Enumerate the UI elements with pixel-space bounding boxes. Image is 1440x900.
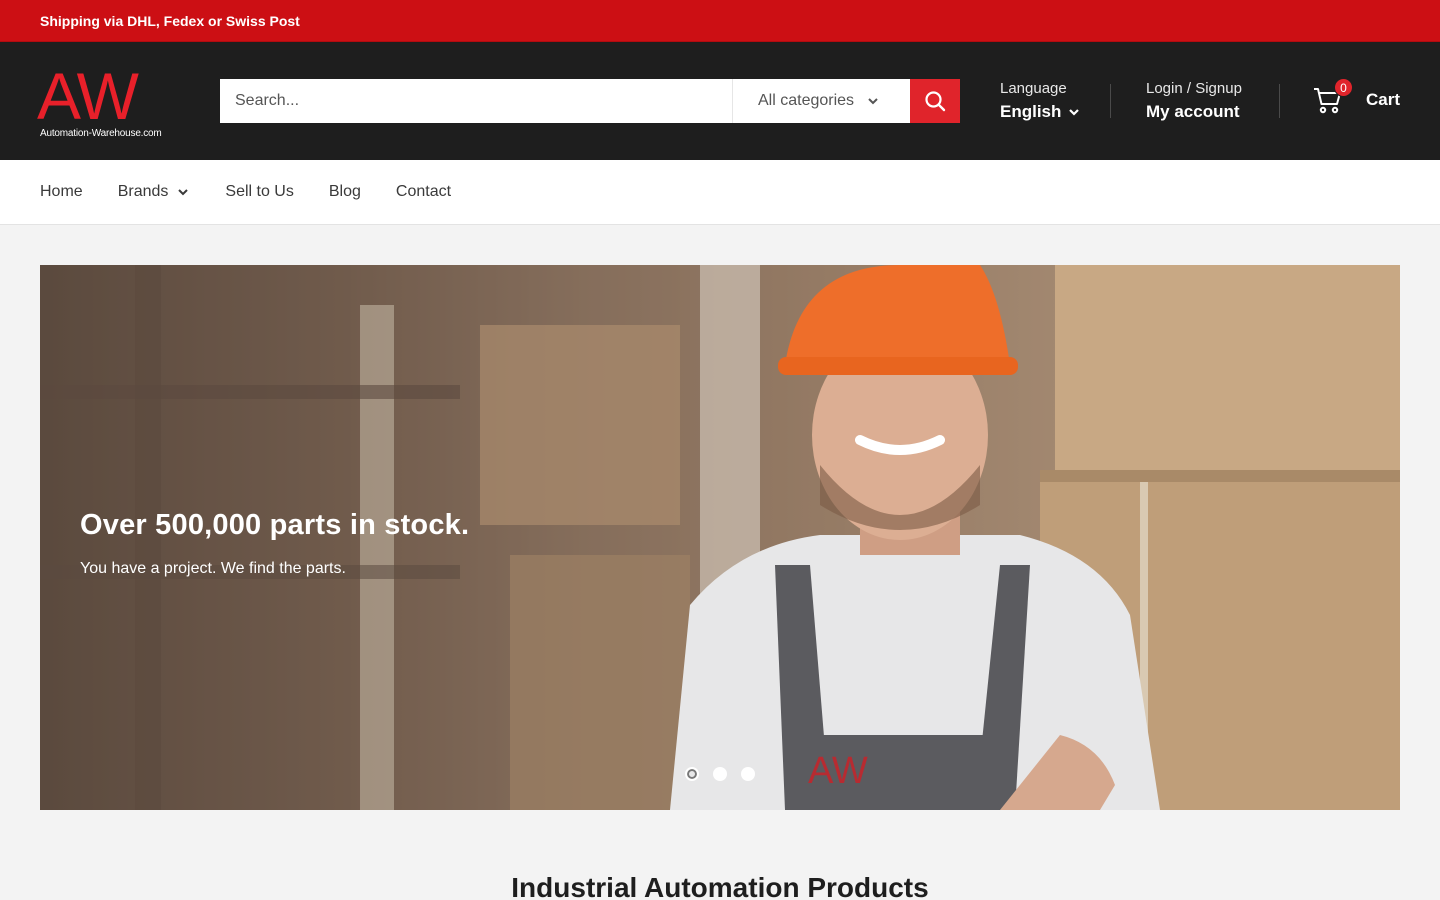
cart-count-badge: 0 (1334, 78, 1353, 97)
nav-contact[interactable]: Contact (396, 183, 451, 201)
chevron-down-icon (868, 98, 878, 105)
slider-dot-2[interactable] (713, 767, 727, 781)
logo-letters: AW (37, 59, 139, 133)
chevron-down-icon (178, 189, 189, 196)
language-label: Language (1000, 80, 1067, 97)
nav-brands[interactable]: Brands (118, 183, 191, 201)
search-input[interactable] (220, 79, 732, 123)
header-divider (1110, 84, 1111, 118)
hero-subtitle: You have a project. We find the parts. (80, 560, 346, 577)
login-signup-link[interactable]: Login / Signup (1146, 79, 1242, 99)
hero-title: Over 500,000 parts in stock. (80, 509, 470, 541)
language-value[interactable]: English (1000, 99, 1081, 125)
nav-sell-label: Sell to Us (225, 183, 294, 200)
slider-dot-3[interactable] (741, 767, 755, 781)
site-logo[interactable]: AW Automation-Warehouse.com (37, 59, 185, 144)
header-divider (1279, 84, 1280, 118)
category-select-label: All categories (758, 92, 855, 109)
announcement-text: Shipping via DHL, Fedex or Swiss Post (40, 12, 300, 29)
cart-button[interactable]: 0 Cart (1312, 78, 1401, 116)
language-value-text: English (1000, 102, 1062, 121)
nav-home[interactable]: Home (40, 183, 83, 201)
overall-logo: AW (808, 750, 868, 792)
category-select[interactable]: All categories (732, 79, 910, 123)
cart-icon-wrap: 0 (1312, 78, 1353, 116)
nav-blog-label: Blog (328, 183, 361, 200)
slider-pagination (685, 767, 755, 781)
search-bar: All categories (220, 79, 960, 123)
nav-contact-label: Contact (395, 183, 452, 200)
nav-blog[interactable]: Blog (329, 183, 361, 201)
search-button[interactable] (910, 79, 960, 123)
search-icon (925, 91, 946, 112)
nav-brands-label: Brands (117, 183, 169, 200)
my-account-link[interactable]: My account (1146, 99, 1242, 125)
slider-dot-1[interactable] (685, 767, 699, 781)
main-navigation: Home Brands Sell to Us Blog Contact (0, 160, 1440, 225)
site-header: AW Automation-Warehouse.com All categori… (0, 42, 1440, 160)
cart-label: Cart (1366, 90, 1401, 109)
account-menu[interactable]: Login / Signup My account (1146, 79, 1242, 125)
hero-slider[interactable]: AW Over 500,000 parts in stock. You have… (40, 265, 1400, 810)
nav-home-label: Home (40, 183, 83, 200)
announcement-bar: Shipping via DHL, Fedex or Swiss Post (0, 0, 1440, 42)
language-selector[interactable]: Language English (1000, 79, 1081, 125)
nav-sell-to-us[interactable]: Sell to Us (225, 183, 293, 201)
logo-tagline: Automation-Warehouse.com (40, 128, 162, 139)
section-title: Industrial Automation Products (511, 872, 929, 900)
chevron-down-icon (1069, 109, 1080, 116)
